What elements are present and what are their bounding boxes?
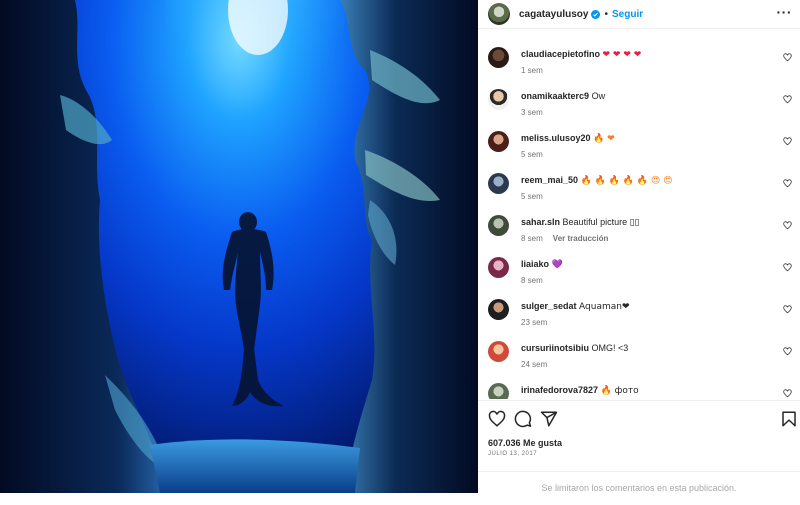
comment-username[interactable]: reem_mai_50 (521, 175, 578, 185)
comment-text: cursuriinotsibiu OMG! <3 (521, 343, 628, 353)
bookmark-icon[interactable] (780, 410, 798, 428)
commenter-avatar[interactable] (488, 257, 509, 278)
post-side-panel: cagatayulusoy • Seguir ··· claudiacepiet… (478, 0, 800, 493)
comment-item: cursuriinotsibiu OMG! <3 24 sem (488, 323, 794, 369)
comment-body: 💜 (551, 260, 563, 270)
author-avatar[interactable] (488, 3, 510, 25)
comment-body: Aquaman❤ (579, 302, 630, 312)
comment-like-icon[interactable] (783, 305, 792, 314)
comment-like-icon[interactable] (783, 263, 792, 272)
comment-username[interactable]: sahar.sln (521, 217, 560, 227)
commenter-avatar[interactable] (488, 299, 509, 320)
comment-like-icon[interactable] (783, 389, 792, 398)
comment-like-icon[interactable] (783, 95, 792, 104)
comment-username[interactable]: liaiako (521, 259, 549, 269)
share-icon[interactable] (540, 410, 558, 428)
comment-item: liaiako 💜 8 sem (488, 239, 794, 285)
comment-icon[interactable] (514, 410, 532, 428)
likes-count[interactable]: 607.036 Me gusta (488, 438, 562, 448)
commenter-avatar[interactable] (488, 47, 509, 68)
commenter-avatar[interactable] (488, 383, 509, 399)
comment-item: meliss.ulusoy20 🔥 ❤ 5 sem (488, 113, 794, 159)
comment-body: ❤ ❤ ❤ ❤ (602, 50, 642, 60)
comment-item: sahar.sln Beautiful picture ▯▯ 8 sem Ver … (488, 197, 794, 243)
comment-like-icon[interactable] (783, 347, 792, 356)
post-actions: 607.036 Me gusta JULIO 13, 2017 Se limit… (478, 400, 800, 494)
comment-body: 🔥 🔥 🔥 🔥 🔥 😍 😍 (580, 176, 673, 186)
comment-username[interactable]: irinafedorova7827 (521, 385, 598, 395)
comment-body: Beautiful picture ▯▯ (562, 217, 640, 227)
comment-item: reem_mai_50 🔥 🔥 🔥 🔥 🔥 😍 😍 5 sem (488, 155, 794, 201)
commenter-avatar[interactable] (488, 89, 509, 110)
comment-text: claudiacepietofino ❤ ❤ ❤ ❤ (521, 49, 641, 60)
comments-list[interactable]: claudiacepietofino ❤ ❤ ❤ ❤ 1 sem onamika… (478, 29, 800, 399)
commenter-avatar[interactable] (488, 215, 509, 236)
comment-item: sulger_sedat Aquaman❤ 23 sem (488, 281, 794, 327)
post-photo[interactable] (0, 0, 478, 493)
comment-item: onamikaakterc9 Ow 3 sem (488, 71, 794, 117)
verified-badge-icon (591, 9, 601, 19)
comment-username[interactable]: onamikaakterc9 (521, 91, 589, 101)
heart-icon[interactable] (488, 410, 506, 428)
author-username[interactable]: cagatayulusoy (519, 9, 588, 20)
comment-username[interactable]: claudiacepietofino (521, 49, 600, 59)
comment-like-icon[interactable] (783, 137, 792, 146)
commenter-avatar[interactable] (488, 131, 509, 152)
comment-item: irinafedorova7827 🔥 фото (488, 365, 794, 399)
comment-like-icon[interactable] (783, 179, 792, 188)
follow-button[interactable]: Seguir (612, 9, 643, 20)
comment-body: 🔥 фото (600, 386, 639, 396)
comment-text: onamikaakterc9 Ow (521, 91, 605, 101)
more-options-icon[interactable]: ··· (777, 5, 793, 19)
commenter-avatar[interactable] (488, 173, 509, 194)
comment-text: liaiako 💜 (521, 259, 563, 270)
comment-item: claudiacepietofino ❤ ❤ ❤ ❤ 1 sem (488, 29, 794, 75)
comment-body: Ow (591, 91, 606, 101)
comment-body: 🔥 ❤ (593, 134, 615, 144)
comment-username[interactable]: sulger_sedat (521, 301, 577, 311)
diver-silhouette (222, 212, 284, 407)
comment-like-icon[interactable] (783, 221, 792, 230)
header-separator: • (604, 8, 608, 20)
comment-text: sahar.sln Beautiful picture ▯▯ (521, 217, 640, 228)
comment-text: meliss.ulusoy20 🔥 ❤ (521, 133, 615, 144)
comment-username[interactable]: meliss.ulusoy20 (521, 133, 591, 143)
comment-text: sulger_sedat Aquaman❤ (521, 301, 630, 312)
post-date[interactable]: JULIO 13, 2017 (488, 451, 537, 457)
underwater-cave-image (0, 0, 478, 493)
post-header: cagatayulusoy • Seguir ··· (478, 0, 800, 29)
comments-limited-notice: Se limitaron los comentarios en esta pub… (478, 471, 800, 495)
comment-like-icon[interactable] (783, 53, 792, 62)
commenter-avatar[interactable] (488, 341, 509, 362)
comment-text: reem_mai_50 🔥 🔥 🔥 🔥 🔥 😍 😍 (521, 175, 673, 186)
comment-username[interactable]: cursuriinotsibiu (521, 343, 589, 353)
comment-text: irinafedorova7827 🔥 фото (521, 385, 639, 396)
comment-body: OMG! <3 (591, 343, 629, 353)
